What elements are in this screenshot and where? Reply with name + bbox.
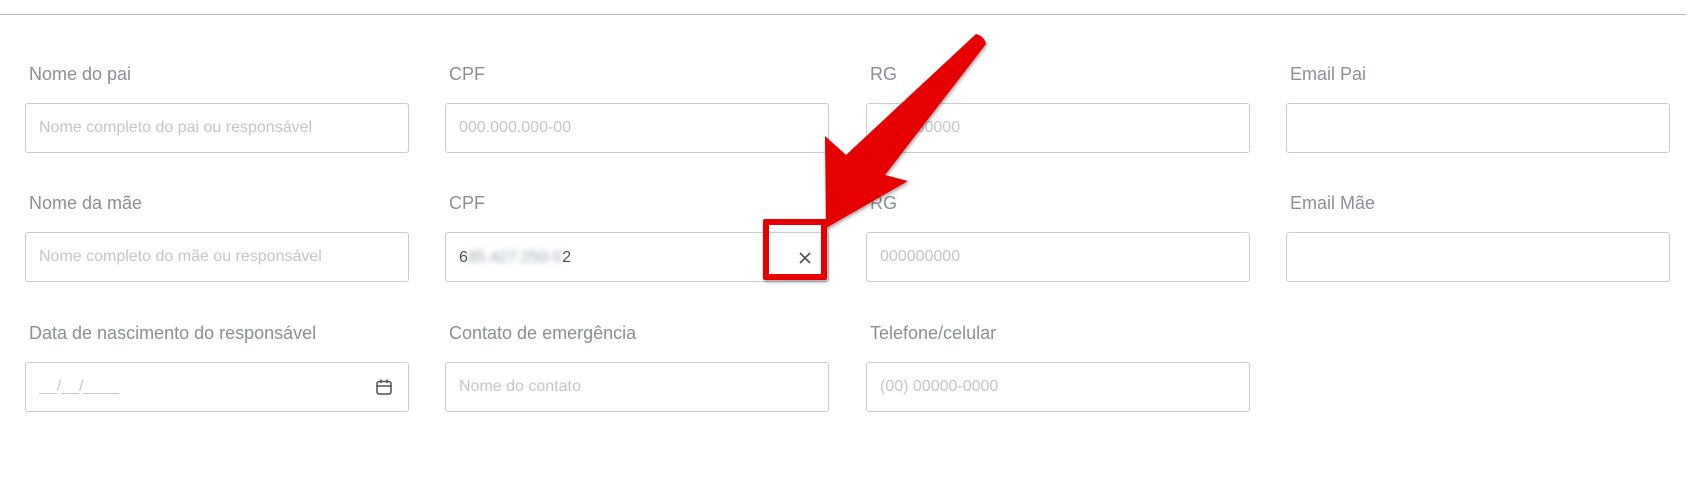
section-divider: [0, 14, 1686, 15]
guardian-birthdate-input[interactable]: [26, 363, 408, 411]
mother-name-field: Nome da mãe: [25, 192, 409, 282]
guardian-birthdate-field: Data de nascimento do responsável: [25, 322, 409, 412]
calendar-icon[interactable]: [374, 377, 394, 397]
cpf-visible-start: 6: [459, 249, 468, 266]
mother-cpf-label: CPF: [449, 193, 485, 213]
emergency-contact-input[interactable]: [446, 363, 828, 411]
father-email-input[interactable]: [1287, 104, 1669, 152]
cpf-visible-end: 2: [562, 249, 572, 266]
mother-email-input[interactable]: [1287, 233, 1669, 281]
phone-box: [866, 362, 1250, 412]
emergency-contact-box: [445, 362, 829, 412]
mother-name-label: Nome da mãe: [29, 193, 143, 213]
father-email-label: Email Pai: [1290, 64, 1367, 84]
father-cpf-field: CPF: [445, 63, 829, 153]
mother-name-box: [25, 232, 409, 282]
emergency-contact-field: Contato de emergência: [445, 322, 829, 412]
annotation-highlight-box: [763, 219, 827, 280]
father-rg-box: [866, 103, 1250, 153]
guardian-birthdate-box: [25, 362, 409, 412]
father-email-field: Email Pai: [1286, 63, 1670, 153]
father-name-input[interactable]: [26, 104, 408, 152]
father-name-box: [25, 103, 409, 153]
father-cpf-input[interactable]: [446, 104, 828, 152]
phone-input[interactable]: [867, 363, 1249, 411]
cpf-blurred-digits: 85.427.250-5: [467, 249, 563, 266]
father-name-label: Nome do pai: [29, 64, 132, 84]
father-name-field: Nome do pai: [25, 63, 409, 153]
father-rg-input[interactable]: [867, 104, 1249, 152]
phone-field: Telefone/celular: [866, 322, 1250, 412]
emergency-contact-label: Contato de emergência: [449, 323, 637, 343]
mother-email-label: Email Mãe: [1290, 193, 1376, 213]
mother-rg-field: RG: [866, 192, 1250, 282]
mother-email-box: [1286, 232, 1670, 282]
mother-rg-label: RG: [870, 193, 897, 213]
father-rg-label: RG: [870, 64, 897, 84]
mother-rg-input[interactable]: [867, 233, 1249, 281]
mother-name-input[interactable]: [26, 233, 408, 281]
father-cpf-box: [445, 103, 829, 153]
phone-label: Telefone/celular: [870, 323, 997, 343]
mother-email-field: Email Mãe: [1286, 192, 1670, 282]
father-cpf-label: CPF: [449, 64, 485, 84]
mother-rg-box: [866, 232, 1250, 282]
guardian-birthdate-label: Data de nascimento do responsável: [29, 323, 317, 343]
mother-cpf-value[interactable]: 685.427.250-52: [459, 247, 571, 269]
father-email-box: [1286, 103, 1670, 153]
father-rg-field: RG: [866, 63, 1250, 153]
